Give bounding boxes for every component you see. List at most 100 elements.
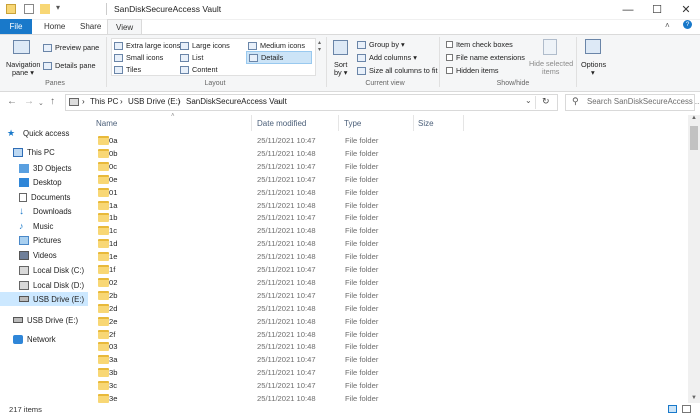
table-row[interactable]: 0c 25/11/2021 10:47 File folder bbox=[92, 160, 690, 173]
layout-details[interactable]: Details bbox=[246, 51, 312, 64]
properties-icon[interactable] bbox=[24, 4, 34, 14]
options-dropdown[interactable]: ▾ bbox=[591, 68, 595, 77]
table-row[interactable]: 0a 25/11/2021 10:47 File folder bbox=[92, 134, 690, 147]
preview-pane-button[interactable]: Preview pane bbox=[43, 43, 99, 52]
column-divider[interactable] bbox=[413, 115, 414, 131]
nav-local-disk-c[interactable]: Local Disk (C:) bbox=[19, 263, 84, 277]
column-header-size[interactable]: Size bbox=[418, 119, 434, 128]
table-row[interactable]: 1a 25/11/2021 10:48 File folder bbox=[92, 199, 690, 212]
table-row[interactable]: 3c 25/11/2021 10:47 File folder bbox=[92, 379, 690, 392]
maximize-button[interactable]: ☐ bbox=[643, 0, 671, 19]
nav-usb-drive-e[interactable]: USB Drive (E:) bbox=[13, 313, 78, 327]
breadcrumb-vault[interactable]: SanDiskSecureAccess Vault bbox=[186, 97, 287, 106]
table-row[interactable]: 2b 25/11/2021 10:47 File folder bbox=[92, 289, 690, 302]
add-columns-button[interactable]: Add columns ▾ bbox=[357, 53, 417, 62]
size-all-columns-button[interactable]: Size all columns to fit bbox=[357, 66, 438, 75]
nav-local-disk-d[interactable]: Local Disk (D:) bbox=[19, 278, 84, 292]
table-row[interactable]: 03 25/11/2021 10:48 File folder bbox=[92, 340, 690, 353]
column-header-type[interactable]: Type bbox=[344, 119, 361, 128]
table-row[interactable]: 2e 25/11/2021 10:48 File folder bbox=[92, 315, 690, 328]
recent-locations-chevron-down-icon[interactable]: ⌄ bbox=[38, 99, 44, 107]
nav-quick-access[interactable]: ★ Quick access bbox=[7, 126, 69, 140]
nav-videos[interactable]: Videos bbox=[19, 248, 57, 262]
table-row[interactable]: 3b 25/11/2021 10:47 File folder bbox=[92, 366, 690, 379]
forward-arrow-icon[interactable]: → bbox=[24, 96, 34, 107]
up-arrow-icon[interactable]: ↑ bbox=[50, 96, 55, 107]
layout-item-label: Extra large icons bbox=[126, 41, 181, 50]
table-row[interactable]: 0b 25/11/2021 10:48 File folder bbox=[92, 147, 690, 160]
table-row[interactable]: 1b 25/11/2021 10:47 File folder bbox=[92, 211, 690, 224]
back-arrow-icon[interactable]: ← bbox=[7, 96, 17, 107]
table-row[interactable]: 1e 25/11/2021 10:48 File folder bbox=[92, 250, 690, 263]
table-row[interactable]: 0e 25/11/2021 10:47 File folder bbox=[92, 173, 690, 186]
nav-music[interactable]: ♪ Music bbox=[19, 219, 53, 233]
refresh-icon[interactable]: ↻ bbox=[542, 96, 550, 107]
nav-3d-objects[interactable]: 3D Objects bbox=[19, 161, 72, 175]
usb-drive-icon bbox=[19, 296, 29, 302]
nav-this-pc[interactable]: This PC bbox=[13, 145, 55, 159]
table-row[interactable]: 1d 25/11/2021 10:48 File folder bbox=[92, 237, 690, 250]
tab-file[interactable]: File bbox=[0, 19, 32, 34]
group-by-button[interactable]: Group by ▾ bbox=[357, 40, 405, 49]
table-row[interactable]: 1c 25/11/2021 10:48 File folder bbox=[92, 224, 690, 237]
search-input[interactable]: Search SanDiskSecureAccess ... bbox=[587, 97, 700, 106]
column-divider[interactable] bbox=[251, 115, 252, 131]
new-folder-icon[interactable] bbox=[40, 4, 50, 14]
nav-usb-drive-e-selected[interactable]: USB Drive (E:) bbox=[0, 292, 88, 306]
breadcrumb-separator[interactable]: › bbox=[82, 97, 85, 106]
layout-large-icons[interactable]: Large icons bbox=[180, 40, 230, 51]
breadcrumb-separator[interactable]: › bbox=[120, 97, 123, 106]
tab-share[interactable]: Share bbox=[72, 19, 109, 34]
layout-tiles[interactable]: Tiles bbox=[114, 64, 141, 75]
folder-icon bbox=[98, 277, 109, 287]
column-divider[interactable] bbox=[338, 115, 339, 131]
layout-scroll-icon[interactable]: ▴ ▾ bbox=[318, 39, 321, 53]
layout-item-label: List bbox=[192, 53, 204, 62]
nav-documents[interactable]: Documents bbox=[19, 190, 70, 204]
nav-desktop[interactable]: Desktop bbox=[19, 175, 62, 189]
tab-view[interactable]: View bbox=[107, 19, 143, 35]
nav-network[interactable]: Network bbox=[13, 332, 56, 346]
navigation-pane-dropdown[interactable]: pane ▾ bbox=[12, 68, 34, 77]
ribbon-collapse-icon[interactable]: ˄ bbox=[665, 21, 670, 30]
minimize-button[interactable]: — bbox=[614, 0, 642, 19]
nav-downloads[interactable]: ↓ Downloads bbox=[19, 204, 72, 218]
layout-list[interactable]: List bbox=[180, 52, 203, 63]
app-icon bbox=[6, 4, 16, 14]
scrollbar-thumb[interactable] bbox=[690, 126, 698, 150]
large-icons-view-toggle-icon[interactable] bbox=[682, 405, 691, 413]
table-row[interactable]: 1f 25/11/2021 10:47 File folder bbox=[92, 263, 690, 276]
layout-small-icons[interactable]: Small icons bbox=[114, 52, 163, 63]
vertical-scrollbar[interactable] bbox=[688, 115, 700, 405]
table-row[interactable]: 2f 25/11/2021 10:48 File folder bbox=[92, 328, 690, 341]
details-view-toggle-icon[interactable] bbox=[668, 405, 677, 413]
table-row[interactable]: 2d 25/11/2021 10:48 File folder bbox=[92, 302, 690, 315]
help-icon[interactable]: ? bbox=[683, 20, 692, 29]
table-row[interactable]: 3a 25/11/2021 10:47 File folder bbox=[92, 353, 690, 366]
scroll-up-arrow-icon[interactable]: ▲ bbox=[691, 115, 697, 121]
column-header-date-modified[interactable]: Date modified bbox=[257, 119, 306, 128]
scroll-down-arrow-icon[interactable]: ▼ bbox=[691, 395, 697, 401]
column-divider[interactable] bbox=[463, 115, 464, 131]
quick-access-dropdown-icon[interactable]: ▾ bbox=[56, 3, 60, 12]
column-header-name[interactable]: Name bbox=[96, 119, 117, 128]
close-button[interactable]: ✕ bbox=[672, 0, 700, 19]
details-pane-button[interactable]: Details pane bbox=[43, 61, 96, 70]
file-name-extensions-toggle[interactable]: File name extensions bbox=[446, 53, 525, 62]
table-row[interactable]: 02 25/11/2021 10:48 File folder bbox=[92, 276, 690, 289]
breadcrumb-separator[interactable]: › bbox=[278, 97, 281, 106]
hidden-items-toggle[interactable]: Hidden items bbox=[446, 66, 499, 75]
nav-pictures[interactable]: Pictures bbox=[19, 233, 61, 247]
address-dropdown-chevron-down-icon[interactable]: ⌄ bbox=[525, 96, 532, 105]
layout-medium-icons[interactable]: Medium icons bbox=[248, 40, 305, 51]
layout-content[interactable]: Content bbox=[180, 64, 218, 75]
nav-item-label: This PC bbox=[27, 147, 55, 157]
breadcrumb-usb-drive[interactable]: USB Drive (E:) bbox=[128, 97, 180, 106]
layout-extra-large-icons[interactable]: Extra large icons bbox=[114, 40, 180, 51]
breadcrumb-this-pc[interactable]: This PC bbox=[90, 97, 118, 106]
sort-by-dropdown[interactable]: by ▾ bbox=[334, 68, 347, 77]
breadcrumb-separator[interactable]: › bbox=[178, 97, 181, 106]
tab-home[interactable]: Home bbox=[36, 19, 73, 34]
item-check-boxes-toggle[interactable]: Item check boxes bbox=[446, 40, 513, 49]
table-row[interactable]: 01 25/11/2021 10:48 File folder bbox=[92, 186, 690, 199]
